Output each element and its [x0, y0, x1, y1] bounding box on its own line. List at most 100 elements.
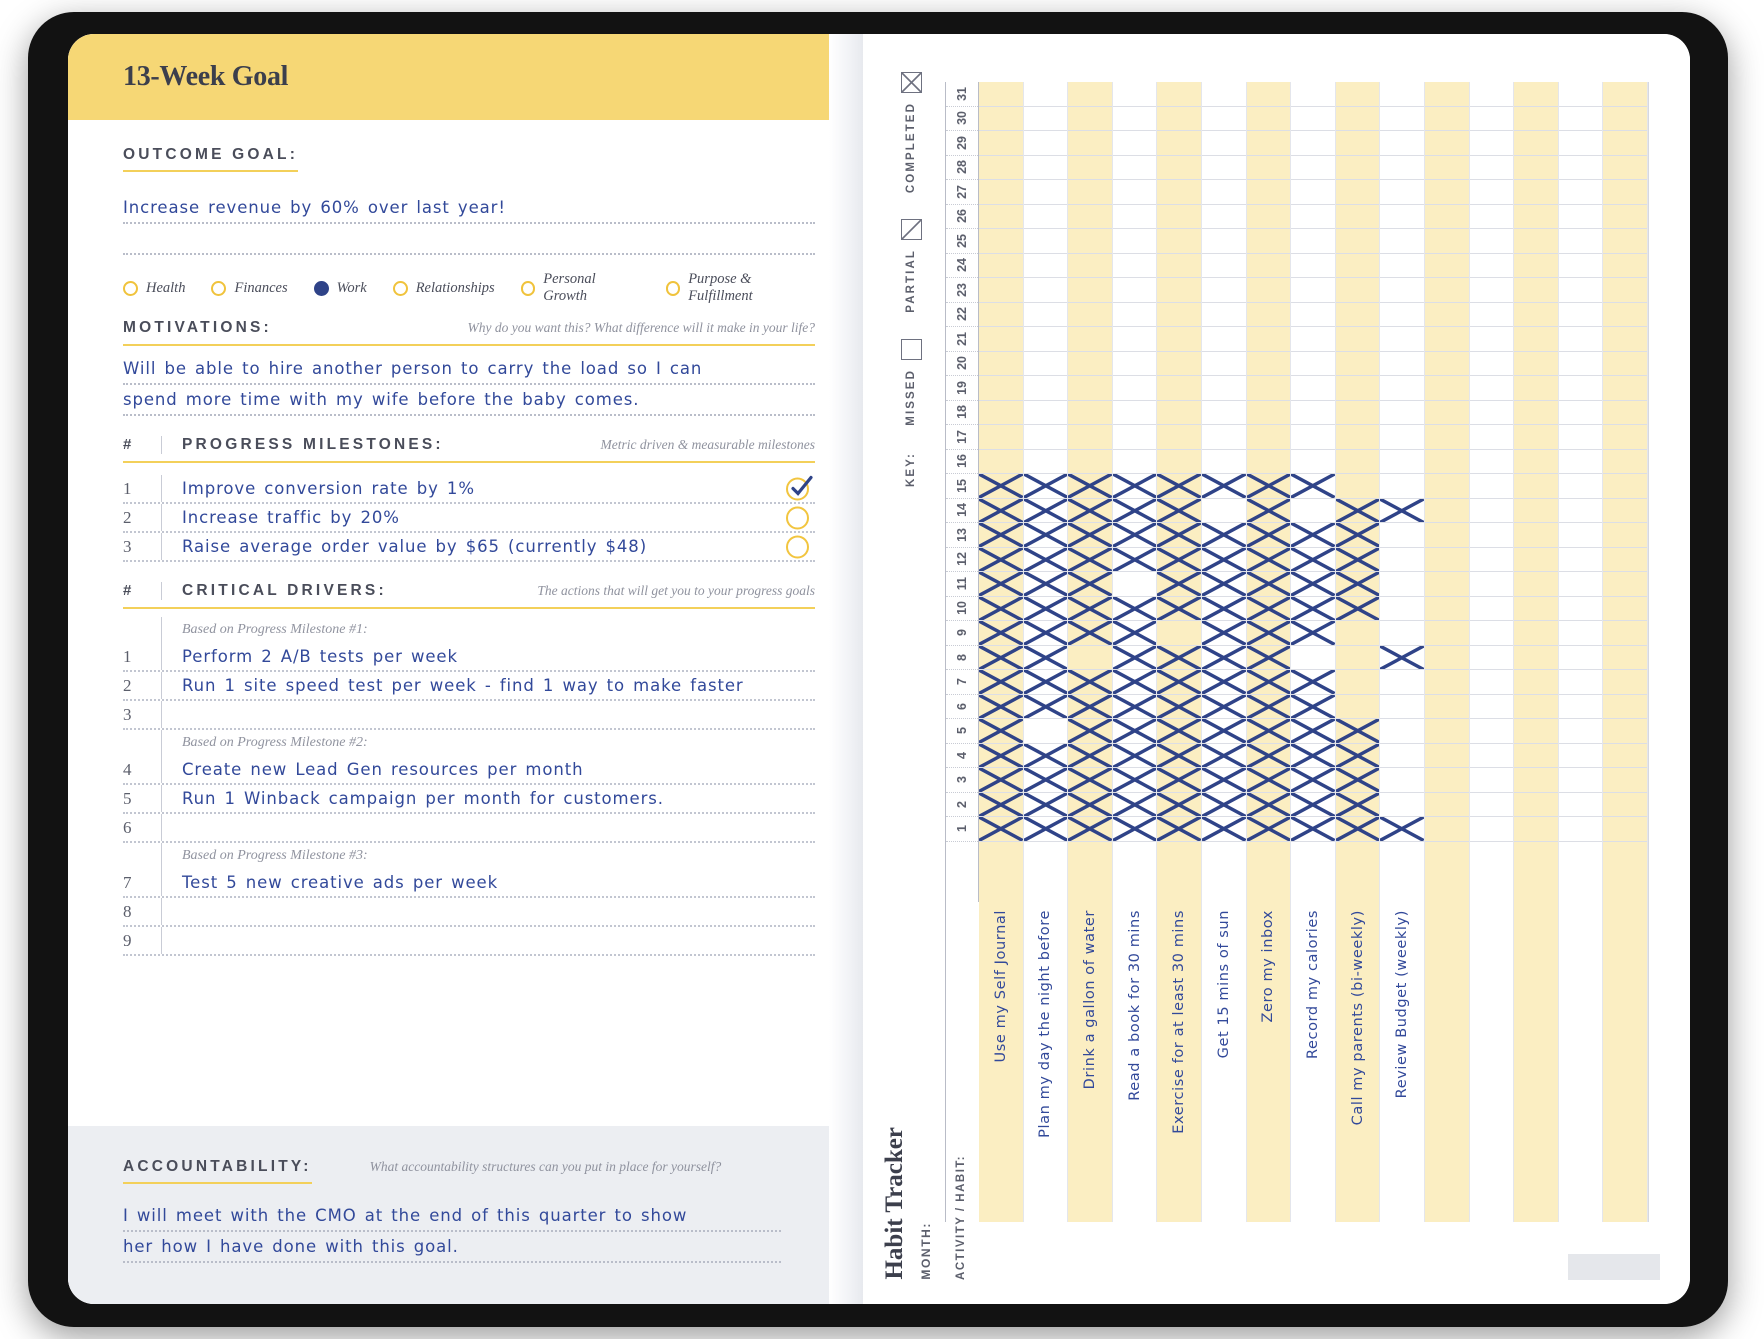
- habit-cell[interactable]: [1023, 792, 1068, 817]
- habit-cell[interactable]: [1424, 523, 1469, 548]
- habit-cell[interactable]: [1068, 401, 1112, 425]
- habit-cell[interactable]: [1201, 205, 1246, 229]
- habit-cell[interactable]: [1157, 205, 1201, 229]
- habit-cell[interactable]: [1335, 205, 1380, 229]
- habit-cell[interactable]: [1380, 450, 1424, 474]
- habit-cell[interactable]: [1469, 131, 1514, 156]
- habit-cell[interactable]: [1112, 205, 1157, 229]
- habit-cell[interactable]: [979, 498, 1023, 523]
- habit-label-wrap[interactable]: Drink a gallon of water: [1068, 910, 1112, 1089]
- habit-cell[interactable]: [1558, 523, 1603, 548]
- habit-cell[interactable]: [979, 645, 1023, 670]
- habit-cell[interactable]: [1424, 817, 1469, 842]
- habit-cell[interactable]: [1514, 156, 1558, 180]
- habit-cell[interactable]: [1157, 768, 1201, 793]
- habit-cell[interactable]: [979, 547, 1023, 572]
- habit-cell[interactable]: [979, 425, 1023, 450]
- habit-column[interactable]: Call my parents (bi-weekly): [1335, 82, 1381, 1222]
- habit-cell[interactable]: [1068, 768, 1112, 793]
- milestone-text-cell[interactable]: Increase traffic by 20%: [161, 504, 815, 531]
- habit-cell[interactable]: [1201, 303, 1246, 327]
- habit-cell[interactable]: [1201, 474, 1246, 499]
- habit-cell[interactable]: [1469, 695, 1514, 719]
- habit-cell[interactable]: [1291, 670, 1335, 695]
- habit-cell[interactable]: [1291, 376, 1335, 401]
- habit-cell[interactable]: [1068, 792, 1112, 817]
- habit-cell[interactable]: [979, 817, 1023, 842]
- habit-cell[interactable]: [1558, 425, 1603, 450]
- habit-cell[interactable]: [1157, 376, 1201, 401]
- life-area-option[interactable]: Work: [313, 280, 367, 297]
- habit-cell[interactable]: [1514, 278, 1558, 303]
- habit-cell[interactable]: [1201, 82, 1246, 107]
- habit-cell[interactable]: [1603, 719, 1647, 744]
- habit-cell[interactable]: [1023, 572, 1068, 597]
- habit-cell[interactable]: [1023, 768, 1068, 793]
- habit-cell[interactable]: [1335, 719, 1380, 744]
- habit-cell[interactable]: [1201, 401, 1246, 425]
- habit-cell[interactable]: [1335, 646, 1380, 670]
- habit-cell[interactable]: [1246, 205, 1291, 229]
- habit-cell[interactable]: [1112, 352, 1157, 376]
- habit-cell[interactable]: [1469, 205, 1514, 229]
- habit-cell[interactable]: [1424, 474, 1469, 499]
- habit-cell[interactable]: [1246, 547, 1291, 572]
- habit-label-wrap[interactable]: Plan my day the night before: [1024, 910, 1068, 1138]
- habit-cell[interactable]: [1068, 719, 1112, 744]
- habit-cell[interactable]: [1023, 670, 1068, 695]
- habit-cell[interactable]: [1023, 523, 1068, 548]
- habit-cell[interactable]: [1291, 596, 1335, 621]
- life-area-radio-icon[interactable]: [313, 280, 329, 296]
- habit-cell[interactable]: [1514, 376, 1558, 401]
- habit-cell[interactable]: [1068, 131, 1112, 156]
- habit-cell[interactable]: [1291, 499, 1335, 523]
- driver-row[interactable]: 5 Run 1 Winback campaign per month for cu…: [123, 785, 815, 814]
- habit-cell[interactable]: [1068, 205, 1112, 229]
- habit-cell[interactable]: [1201, 254, 1246, 278]
- habit-cell[interactable]: [1201, 621, 1246, 646]
- habit-cell[interactable]: [1603, 670, 1647, 695]
- habit-cell[interactable]: [979, 205, 1023, 229]
- habit-column[interactable]: Zero my inbox: [1246, 82, 1292, 1222]
- habit-cell[interactable]: [1558, 352, 1603, 376]
- habit-cell[interactable]: [1469, 278, 1514, 303]
- habit-cell[interactable]: [1023, 817, 1068, 842]
- driver-text-cell[interactable]: Run 1 site speed test per week - find 1 …: [161, 672, 815, 699]
- habit-cell[interactable]: [1157, 547, 1201, 572]
- habit-cell[interactable]: [1068, 474, 1112, 499]
- habit-cell[interactable]: [1157, 645, 1201, 670]
- habit-cell[interactable]: [1558, 278, 1603, 303]
- habit-label-wrap[interactable]: Call my parents (bi-weekly): [1336, 910, 1380, 1125]
- habit-cell[interactable]: [1068, 180, 1112, 205]
- habit-cell[interactable]: [1558, 768, 1603, 793]
- habit-cell[interactable]: [1469, 597, 1514, 621]
- habit-cell[interactable]: [1380, 205, 1424, 229]
- habit-cell[interactable]: [1157, 107, 1201, 131]
- habit-cell[interactable]: [1112, 572, 1157, 597]
- habit-cell[interactable]: [1112, 229, 1157, 254]
- habit-cell[interactable]: [1514, 327, 1558, 352]
- habit-cell[interactable]: [979, 303, 1023, 327]
- life-area-option[interactable]: Purpose & Fulfillment: [665, 271, 815, 305]
- habit-cell[interactable]: [1112, 817, 1157, 842]
- habit-cell[interactable]: [1023, 401, 1068, 425]
- habit-cell[interactable]: [1291, 646, 1335, 670]
- habit-column[interactable]: [1514, 82, 1559, 1222]
- driver-text-cell[interactable]: [161, 898, 815, 925]
- habit-cell[interactable]: [1246, 327, 1291, 352]
- habit-cell[interactable]: [1201, 572, 1246, 597]
- habit-cell[interactable]: [1112, 645, 1157, 670]
- habit-cell[interactable]: [1112, 768, 1157, 793]
- habit-cell[interactable]: [1068, 303, 1112, 327]
- habit-cell[interactable]: [1335, 670, 1380, 695]
- habit-cell[interactable]: [1291, 694, 1335, 719]
- habit-cell[interactable]: [1023, 645, 1068, 670]
- habit-cell[interactable]: [1380, 131, 1424, 156]
- habit-cell[interactable]: [1514, 205, 1558, 229]
- habit-cell[interactable]: [1424, 376, 1469, 401]
- habit-cell[interactable]: [1201, 596, 1246, 621]
- habit-cell[interactable]: [1514, 646, 1558, 670]
- habit-cell[interactable]: [979, 621, 1023, 646]
- habit-cell[interactable]: [1558, 156, 1603, 180]
- habit-cell[interactable]: [979, 82, 1023, 107]
